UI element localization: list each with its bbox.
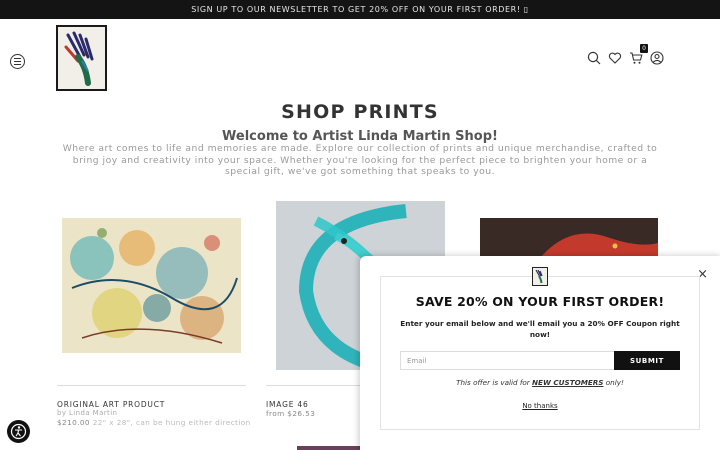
header-icons: 0 — [587, 44, 664, 65]
offer-suffix: only! — [605, 378, 624, 387]
welcome-heading: Welcome to Artist Linda Martin Shop! — [222, 129, 498, 144]
submit-button[interactable]: SUBMIT — [614, 351, 680, 370]
product-price: $210.00 22" x 28", can be hung either di… — [57, 418, 251, 427]
product-divider — [266, 385, 361, 386]
page: SIGN UP TO OUR NEWSLETTER TO GET 20% OFF… — [0, 0, 720, 450]
product-image-original-art[interactable] — [62, 218, 241, 353]
intro-text: Where art comes to life and memories are… — [62, 143, 658, 177]
account-icon[interactable] — [650, 50, 664, 65]
heart-icon[interactable] — [608, 50, 622, 64]
search-icon[interactable] — [587, 50, 601, 65]
product-image-partial[interactable] — [297, 446, 361, 450]
popup-logo — [532, 267, 548, 286]
product-price-value: $210.00 — [57, 418, 90, 427]
email-field[interactable] — [400, 351, 615, 370]
offer-note: This offer is valid for NEW CUSTOMERS on… — [380, 378, 700, 387]
cart-icon[interactable]: 0 — [629, 44, 648, 64]
product-size-note: 22" x 28", can be hung either direction — [92, 418, 251, 427]
popup-description: Enter your email below and we'll email y… — [400, 319, 680, 339]
page-title: SHOP PRINTS — [281, 101, 439, 123]
product-price: from $26.53 — [266, 409, 316, 418]
announcement-bar[interactable]: SIGN UP TO OUR NEWSLETTER TO GET 20% OFF… — [0, 0, 720, 19]
offer-prefix: This offer is valid for — [456, 378, 530, 387]
product-artist: by Linda Martin — [57, 409, 118, 417]
site-logo[interactable] — [56, 25, 107, 91]
product-image-flamingo[interactable] — [480, 218, 658, 258]
product-name[interactable]: ORIGINAL ART PRODUCT — [57, 400, 165, 409]
logo-hand-artwork — [58, 27, 105, 89]
offer-highlight: NEW CUSTOMERS — [532, 378, 604, 387]
product-name[interactable]: IMAGE 46 — [266, 400, 309, 409]
newsletter-popup: × SAVE 20% ON YOUR FIRST ORDER! Enter yo… — [360, 256, 720, 450]
accessibility-icon[interactable] — [7, 420, 30, 443]
announcement-text[interactable]: SIGN UP TO OUR NEWSLETTER TO GET 20% OFF… — [191, 5, 529, 14]
popup-title: SAVE 20% ON YOUR FIRST ORDER! — [415, 294, 665, 309]
no-thanks-link[interactable]: No thanks — [380, 402, 700, 410]
menu-icon[interactable] — [10, 54, 25, 69]
product-divider — [57, 385, 246, 386]
cart-count-badge: 0 — [640, 44, 648, 53]
